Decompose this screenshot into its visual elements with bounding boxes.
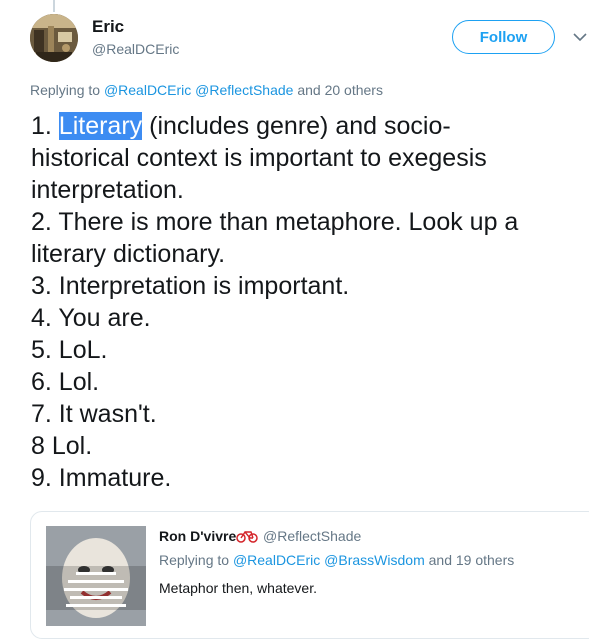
tweet-line: 1. Literary (includes genre) and socio- xyxy=(31,110,581,142)
tweet-line: historical context is important to exege… xyxy=(31,144,487,172)
tweet-line-rest: (includes genre) and socio- xyxy=(142,112,451,140)
tweet-line: 3. Interpretation is important. xyxy=(31,272,350,300)
author-name[interactable]: Eric xyxy=(92,17,124,37)
tweet-line: interpretation. xyxy=(31,176,184,204)
thread-connector-line xyxy=(53,0,55,12)
chevron-down-icon[interactable] xyxy=(571,28,589,46)
selected-text-highlight: Literary xyxy=(58,112,143,140)
quoted-tweet-text: Metaphor then, whatever. xyxy=(159,580,317,596)
tweet-line: 2. There is more than metaphore. Look up… xyxy=(31,208,519,236)
tweet-line: 7. It wasn't. xyxy=(31,400,157,428)
author-handle[interactable]: @RealDCEric xyxy=(92,41,179,57)
quoted-tweet-card[interactable]: Ron D'vivre @ReflectShade Replying to @R… xyxy=(30,511,589,639)
quoted-reply-mention-link[interactable]: @RealDCEric xyxy=(233,552,320,568)
quoted-author-handle[interactable]: @ReflectShade xyxy=(263,528,361,544)
tweet-line: 6. Lol. xyxy=(31,368,100,396)
tweet-line: literary dictionary. xyxy=(31,240,226,268)
quoted-author-name[interactable]: Ron D'vivre xyxy=(159,528,236,544)
tweet-text: 1. Literary (includes genre) and socio- … xyxy=(31,110,581,494)
follow-button[interactable]: Follow xyxy=(452,20,555,54)
avatar[interactable] xyxy=(30,14,78,62)
quoted-tweet-image[interactable] xyxy=(46,526,146,626)
quoted-reply-mention-link[interactable]: @BrassWisdom xyxy=(324,552,425,568)
tweet-line: 4. You are. xyxy=(31,304,151,332)
tweet-line: 8 Lol. xyxy=(31,432,93,460)
replying-to-line: Replying to @RealDCEric @ReflectShade an… xyxy=(30,82,383,98)
tweet-line: 5. LoL. xyxy=(31,336,108,364)
reply-mention-link[interactable]: @ReflectShade xyxy=(195,82,293,98)
quoted-replying-prefix: Replying to xyxy=(159,552,230,568)
replying-others[interactable]: and 20 others xyxy=(297,82,383,98)
tweet-line-prefix: 1. xyxy=(31,112,59,140)
quoted-replying-others[interactable]: and 19 others xyxy=(429,552,515,568)
bicycle-emoji-icon xyxy=(236,528,258,544)
reply-mention-link[interactable]: @RealDCEric xyxy=(104,82,191,98)
replying-prefix: Replying to xyxy=(30,82,101,98)
tweet-line: 9. Immature. xyxy=(31,464,172,492)
quoted-replying-to-line: Replying to @RealDCEric @BrassWisdom and… xyxy=(159,552,514,568)
